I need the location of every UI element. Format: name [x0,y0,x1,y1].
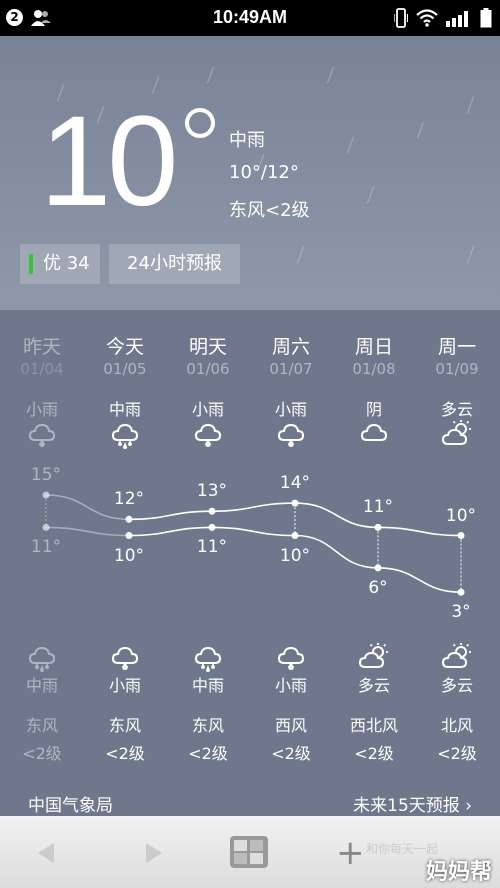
current-range: 10°/12° [229,162,299,183]
new-tab-icon[interactable]: + [336,836,365,870]
status-bar: 2 10:49AM [0,0,500,36]
low-temp-label: 11° [196,537,228,558]
low-temp-point [208,523,216,531]
low-temp-point [125,532,133,539]
tabs-button[interactable] [230,836,268,868]
low-temp-label: 10° [279,545,311,566]
browser-navbar: + 和你每天一起 妈妈帮 [0,816,500,888]
high-temp-label: 13° [196,481,228,502]
low-temp-label: 10° [113,545,145,566]
wifi-icon [416,9,438,27]
low-line-past [45,526,130,537]
battery-icon [480,8,492,28]
signal-icon [446,11,468,27]
temperature-chart [42,491,465,596]
rain-streak [366,186,375,204]
tabs-icon [234,840,263,864]
forecast-panel: 昨天 01/04 小雨 中雨 东风 <2级 今天 01/05 中雨 小雨 东风 <2级 明天 01/06 小… [0,310,500,816]
high-temp-point [208,507,216,515]
rain-streak [416,121,425,139]
data-source: 中国气象局 [28,796,113,816]
aqi-indicator [29,254,33,274]
low-temp-label: 6° [368,577,388,598]
rain-streak [346,136,355,154]
hourly-forecast-button[interactable]: 24小时预报 [109,244,240,284]
low-temp-label: 3° [451,602,471,623]
current-temperature: 10 [40,90,178,233]
high-temp-label: 11° [362,497,394,518]
degree-symbol [185,108,215,138]
high-temp-point [125,515,133,523]
high-temp-label: 12° [113,489,145,510]
current-condition: 中雨 [229,130,265,151]
high-temp-point [457,532,465,539]
low-temp-label: 11° [30,537,62,558]
watermark: 妈妈帮 [425,860,492,885]
rain-streak [466,96,475,114]
high-temp-point [374,523,382,531]
rain-streak [296,246,305,264]
low-temp-point [457,588,465,596]
low-temp-point [291,532,299,539]
back-icon[interactable] [36,842,58,864]
aqi-button[interactable]: 优 34 [20,244,100,284]
vibrate-icon [394,8,408,28]
status-icons [394,8,492,28]
high-temp-label: 14° [279,473,311,494]
high-temp-point [42,491,50,499]
low-temp-point [374,564,382,572]
high-temp-label: 15° [30,465,62,485]
rain-streak [466,246,475,264]
rain-streak [206,66,215,84]
forward-icon[interactable] [142,842,164,864]
forecast-15-day-link[interactable]: 未来15天预报 › [353,791,472,816]
high-temp-label: 10° [445,505,477,526]
current-weather-panel: 10 中雨 10°/12° 东风<2级 优 34 24小时预报 [0,36,500,310]
high-temp-point [291,499,299,507]
low-temp-point [42,523,50,531]
current-wind: 东风<2级 [229,200,310,221]
aqi-label: 优 34 [43,253,90,274]
rain-streak [326,66,335,84]
